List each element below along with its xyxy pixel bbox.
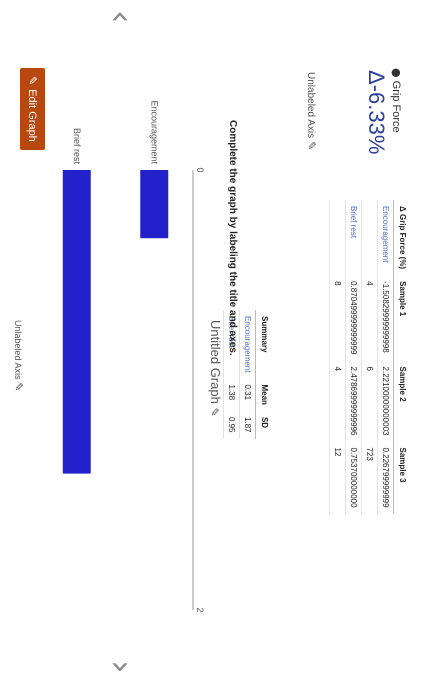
table-cell: 0.753700000000: [345, 441, 362, 514]
y-axis-label[interactable]: Unlabeled Axis ✎: [305, 72, 318, 150]
stat-label: ● Grip Force: [390, 68, 403, 133]
table-cell: 2.47869999999996: [345, 360, 362, 442]
grip-force-table: Δ Grip Force (%) Sample 1 Sample 2 Sampl…: [329, 200, 411, 514]
prev-arrow[interactable]: ‹: [101, 10, 141, 24]
category-label: Encouragement: [149, 100, 159, 164]
table-header-row: Δ Grip Force (%) Sample 1 Sample 2 Sampl…: [393, 200, 411, 514]
table-row: Brief rest 0.870499999999999 2.478699999…: [345, 200, 362, 514]
table-cell: [361, 200, 378, 276]
chevron-left-icon: ‹: [101, 10, 141, 24]
table-cell: 0.95: [223, 410, 240, 439]
table-header: Δ Grip Force (%): [393, 200, 411, 276]
table-header: Sample 3: [393, 441, 411, 514]
table-cell: 4: [361, 275, 378, 361]
table-cell: Brief rest: [345, 200, 362, 276]
table-header-row: Summary Mean SD: [255, 310, 273, 439]
table-cell: Encouragement: [239, 310, 256, 379]
y-tick-label: 2: [195, 607, 205, 612]
bar: [62, 170, 91, 474]
table-cell: 1.38: [223, 378, 240, 411]
bullet-icon: ●: [390, 68, 403, 78]
pencil-icon: ✎: [12, 382, 25, 392]
table-header: Sample 2: [393, 360, 411, 442]
table-cell: Encouragement: [377, 200, 394, 276]
table-cell: 0.870499999999999: [345, 275, 362, 361]
table-header: Summary: [255, 310, 273, 379]
table-cell: 12: [329, 441, 346, 514]
table-cell: 0.226799999999: [377, 441, 394, 514]
table-cell: 8: [329, 275, 346, 361]
table-cell: 2.22100000000003: [377, 360, 394, 442]
bar-chart: 0 2 Encouragement Brief rest: [62, 100, 205, 613]
table-row: Encouragement -1.50829999999998 2.221000…: [377, 200, 394, 514]
table-cell: [329, 200, 346, 276]
next-arrow[interactable]: ›: [101, 660, 141, 674]
table-row: 8 4 12: [329, 200, 346, 514]
table-header: Mean: [255, 378, 273, 411]
table-row: Encouragement 0.31 1.87: [239, 310, 256, 439]
pencil-icon: ✎: [305, 140, 318, 151]
category-label: Brief rest: [72, 128, 82, 165]
chevron-right-icon: ›: [101, 660, 141, 674]
pencil-icon: ✎: [208, 407, 221, 417]
chart-title[interactable]: Untitled Graph ✎: [208, 320, 223, 417]
instruction-text: Complete the graph by labeling the title…: [227, 120, 238, 356]
table-row: 4 6 723: [361, 200, 378, 514]
stat-value: Δ-6.33%: [364, 70, 389, 155]
bar: [140, 170, 169, 239]
table-cell: 0.31: [239, 378, 256, 411]
table-cell: 4: [329, 360, 346, 442]
table-cell: 723: [361, 441, 378, 514]
rotated-page: ‹ › ● Grip Force Δ-6.33% Unlabeled Axis …: [0, 0, 423, 700]
table-cell: 6: [361, 360, 378, 442]
table-cell: 1.87: [239, 410, 256, 439]
pencil-icon: ✎: [26, 76, 39, 86]
y-tick-label: 0: [195, 167, 205, 172]
table-cell: -1.50829999999998: [377, 275, 394, 361]
table-header: Sample 1: [393, 275, 411, 361]
table-header: SD: [255, 410, 273, 439]
x-axis-label[interactable]: Unlabeled Axis ✎: [12, 320, 25, 391]
